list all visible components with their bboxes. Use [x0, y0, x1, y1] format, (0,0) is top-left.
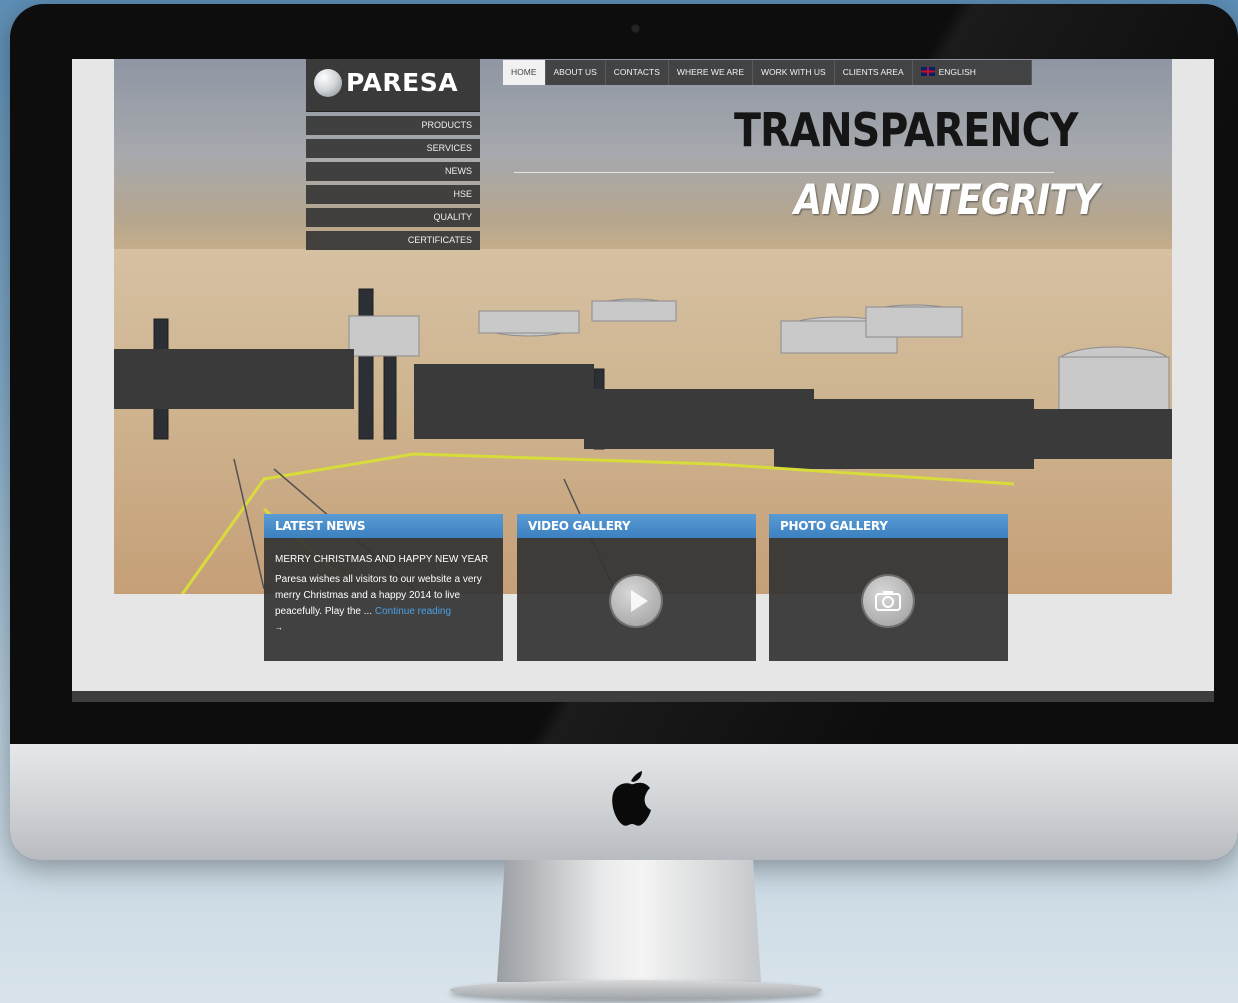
- play-triangle: [631, 590, 648, 612]
- globe-logo-icon: [314, 69, 342, 97]
- side-nav: PRODUCTS SERVICES NEWS HSE QUALITY CERTI…: [306, 116, 480, 254]
- news-title[interactable]: MERRY CHRISTMAS AND HAPPY NEW YEAR: [275, 554, 495, 565]
- side-nav-item-products[interactable]: PRODUCTS: [306, 116, 480, 135]
- imac-stand: [497, 860, 761, 982]
- continue-reading-link[interactable]: Continue reading: [375, 606, 451, 617]
- latest-news-panel: LATEST NEWS MERRY CHRISTMAS AND HAPPY NE…: [264, 514, 503, 661]
- tab-about-us[interactable]: ABOUT US: [546, 60, 606, 85]
- apple-logo-icon: [612, 771, 651, 826]
- side-nav-item-quality[interactable]: QUALITY: [306, 208, 480, 227]
- photo-gallery-panel[interactable]: PHOTO GALLERY: [769, 514, 1008, 661]
- language-label: ENGLISH: [938, 67, 976, 77]
- top-nav: HOME ABOUT US CONTACTS WHERE WE ARE WORK…: [503, 60, 1032, 85]
- imac-stand-foot: [450, 980, 822, 1000]
- video-gallery-panel[interactable]: VIDEO GALLERY: [517, 514, 756, 661]
- latest-news-header[interactable]: LATEST NEWS: [264, 514, 503, 538]
- video-gallery-header[interactable]: VIDEO GALLERY: [517, 514, 756, 538]
- imac-frame: PARESA PRODUCTS SERVICES NEWS HSE QUALIT…: [10, 4, 1238, 860]
- side-nav-item-services[interactable]: SERVICES: [306, 139, 480, 158]
- side-nav-item-news[interactable]: NEWS: [306, 162, 480, 181]
- tab-work-with-us[interactable]: WORK WITH US: [753, 60, 835, 85]
- photo-gallery-header[interactable]: PHOTO GALLERY: [769, 514, 1008, 538]
- tab-where-we-are[interactable]: WHERE WE ARE: [669, 60, 753, 85]
- side-nav-item-hse[interactable]: HSE: [306, 185, 480, 204]
- uk-flag-icon: [920, 67, 935, 76]
- side-nav-item-certificates[interactable]: CERTIFICATES: [306, 231, 480, 250]
- hero-divider: [514, 172, 1054, 173]
- language-selector[interactable]: ENGLISH: [913, 60, 1032, 85]
- play-icon[interactable]: [611, 576, 661, 626]
- paresa-logo[interactable]: PARESA: [306, 59, 480, 112]
- tab-contacts[interactable]: CONTACTS: [606, 60, 669, 85]
- read-more-arrow: →: [275, 623, 283, 632]
- browser-screen: PARESA PRODUCTS SERVICES NEWS HSE QUALIT…: [72, 59, 1214, 702]
- hero-subheadline: AND INTEGRITY: [794, 175, 1099, 224]
- hero-headline: TRANSPARENCY: [734, 103, 1078, 157]
- camera-icon[interactable]: [863, 576, 913, 626]
- brand-name: PARESA: [346, 68, 459, 97]
- webcam-icon: [632, 25, 639, 32]
- tab-clients-area[interactable]: CLIENTS AREA: [835, 60, 913, 85]
- camera-glyph: [875, 591, 901, 611]
- tab-home[interactable]: HOME: [503, 60, 546, 85]
- screen-bottom-bar: [72, 691, 1214, 702]
- news-body: Paresa wishes all visitors to our websit…: [275, 572, 497, 636]
